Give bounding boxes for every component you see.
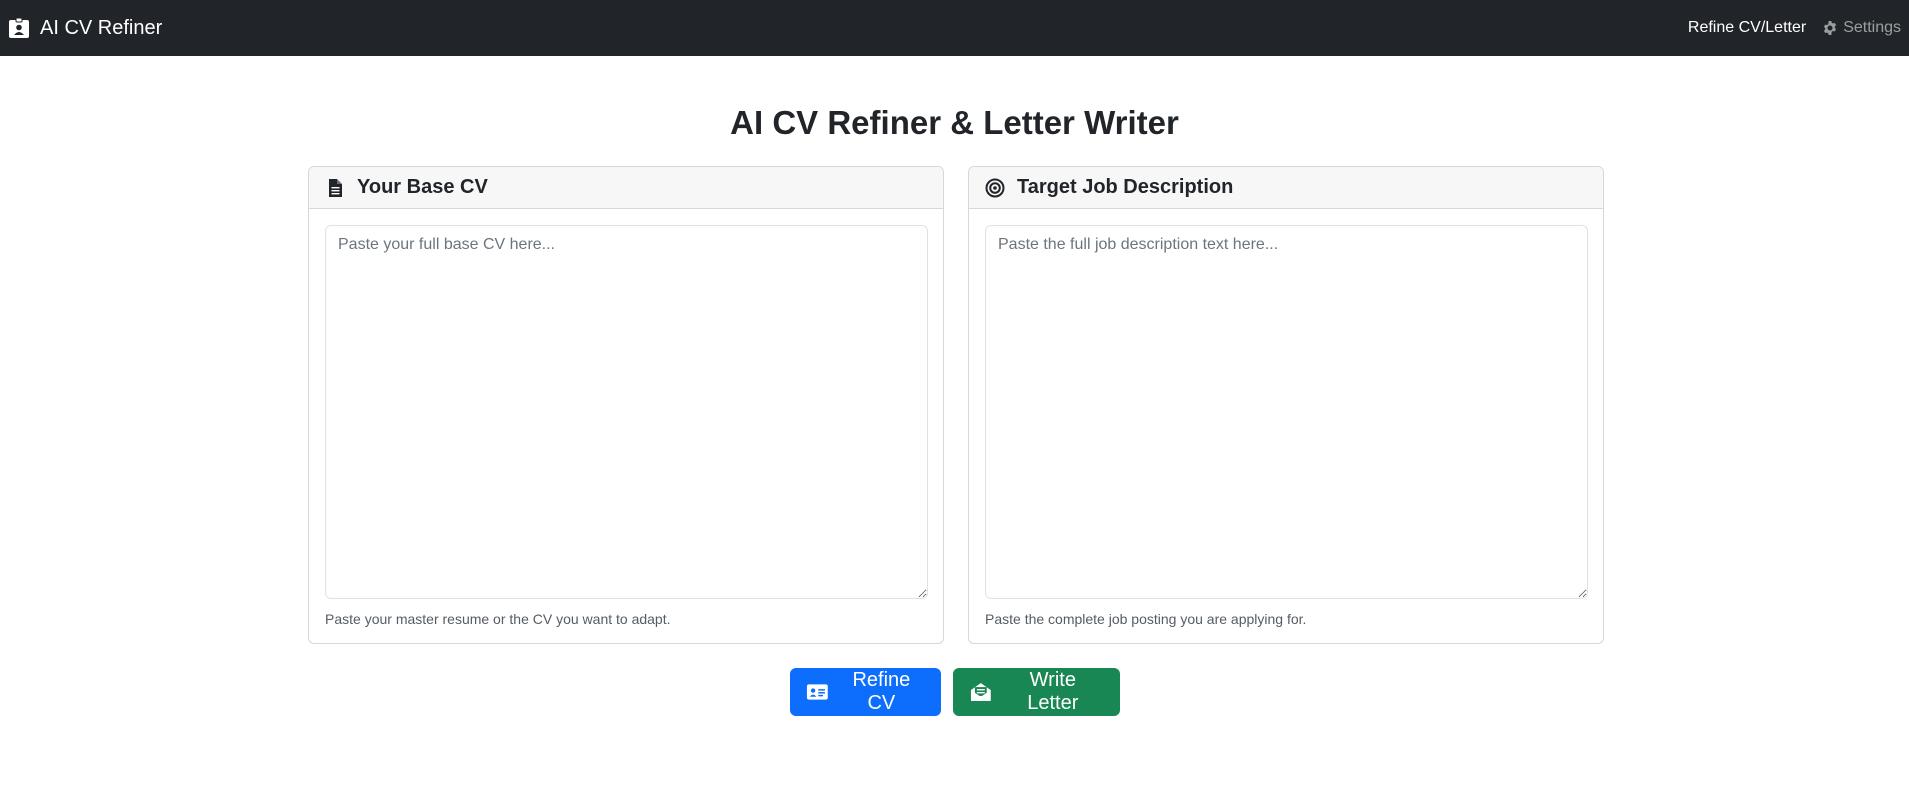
- gear-icon: [1824, 21, 1837, 35]
- nav-link-settings-label: Settings: [1843, 19, 1901, 36]
- job-description-textarea[interactable]: [985, 225, 1588, 599]
- refine-cv-button-label: Refine CV: [852, 669, 911, 714]
- brand-title: AI CV Refiner: [40, 16, 163, 39]
- job-description-card-header: Target Job Description: [969, 167, 1603, 209]
- base-cv-card-body: Paste your master resume or the CV you w…: [309, 209, 943, 643]
- top-navbar: AI CV Refiner Refine CV/Letter Settings: [0, 0, 1909, 56]
- job-description-card-body: Paste the complete job posting you are a…: [969, 209, 1603, 643]
- envelope-open-icon: [970, 683, 991, 701]
- refine-cv-button[interactable]: Refine CV: [789, 668, 941, 716]
- page-title: AI CV Refiner & Letter Writer: [730, 104, 1179, 141]
- action-buttons: Refine CV Write Letter: [0, 668, 1909, 716]
- id-card-icon: [806, 684, 828, 700]
- job-description-card-title: Target Job Description: [1017, 176, 1234, 198]
- job-description-card: Target Job Description Paste the complet…: [968, 166, 1604, 644]
- id-badge-icon: [9, 17, 29, 38]
- brand-link[interactable]: AI CV Refiner: [8, 17, 162, 40]
- file-text-icon: [329, 178, 342, 197]
- base-cv-help-text: Paste your master resume or the CV you w…: [325, 611, 671, 627]
- bullseye-icon: [985, 178, 1005, 197]
- nav-link-refine[interactable]: Refine CV/Letter: [1688, 19, 1806, 37]
- base-cv-card: Your Base CV Paste your master resume or…: [308, 166, 944, 644]
- base-cv-card-title: Your Base CV: [357, 176, 488, 198]
- nav-links: Refine CV/Letter Settings: [1688, 19, 1901, 37]
- write-letter-button-label: Write Letter: [1027, 669, 1079, 714]
- job-description-help-text: Paste the complete job posting you are a…: [985, 611, 1307, 627]
- base-cv-textarea[interactable]: [325, 225, 928, 599]
- nav-link-settings[interactable]: Settings: [1822, 19, 1901, 37]
- base-cv-card-header: Your Base CV: [309, 167, 943, 209]
- write-letter-button[interactable]: Write Letter: [952, 668, 1120, 716]
